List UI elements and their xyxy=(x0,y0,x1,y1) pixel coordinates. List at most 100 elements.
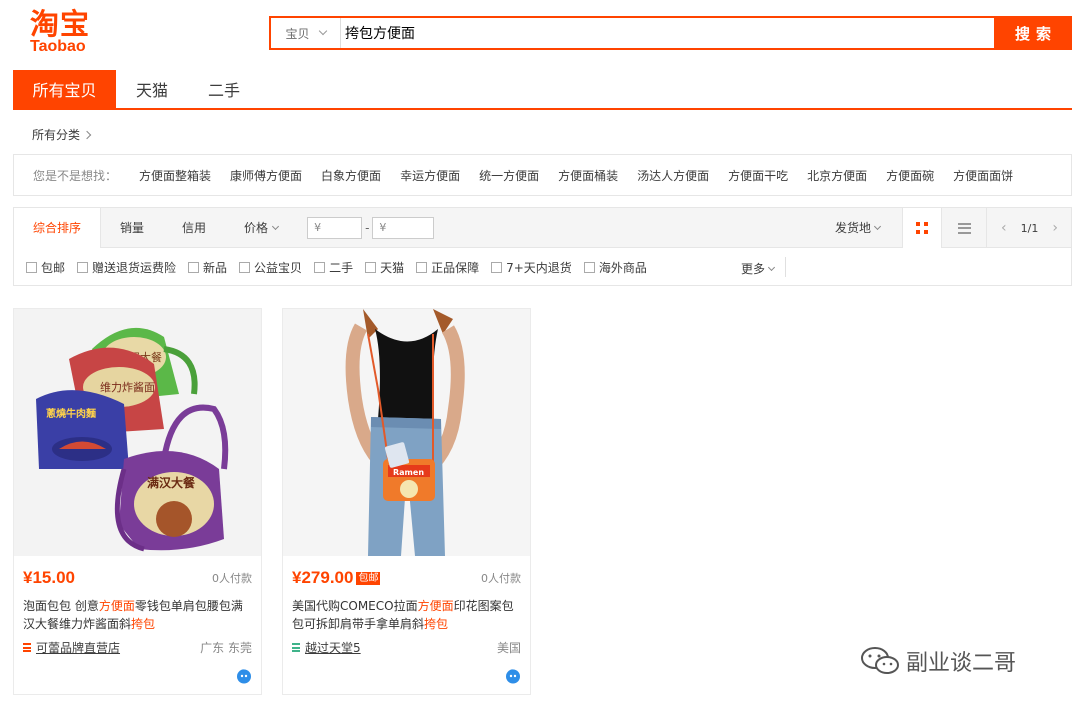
filter-genuine[interactable]: 正品保障 xyxy=(416,259,479,276)
tab-second-hand[interactable]: 二手 xyxy=(188,70,260,108)
chevron-down-icon xyxy=(767,263,776,271)
watermark: 副业谈二哥 xyxy=(860,645,1016,677)
suggestion-item[interactable]: 方便面桶装 xyxy=(558,167,618,184)
mini-pager: ‹ 1/1 › xyxy=(986,208,1072,248)
sort-price-label: 价格 xyxy=(244,221,269,235)
suggestion-item[interactable]: 康师傅方便面 xyxy=(230,167,302,184)
price-row: ¥15.00 0人付款 xyxy=(23,568,252,588)
filter-charity[interactable]: 公益宝贝 xyxy=(239,259,302,276)
ship-from-dropdown[interactable]: 发货地 xyxy=(835,208,882,247)
suggestion-item[interactable]: 方便面整箱装 xyxy=(139,167,211,184)
suggestion-item[interactable]: 北京方便面 xyxy=(807,167,867,184)
filter-new[interactable]: 新品 xyxy=(188,259,227,276)
checkbox[interactable] xyxy=(365,261,377,273)
product-image[interactable]: Ramen xyxy=(283,309,530,556)
divider xyxy=(785,257,786,277)
price-range-dash: - xyxy=(365,220,370,235)
next-page-icon[interactable]: › xyxy=(1052,220,1058,236)
filter-tmall[interactable]: 天猫 xyxy=(365,259,404,276)
product-card[interactable]: 满汉大餐 维力炸酱面 蔥燒牛肉麵 满汉大餐 ¥15.00 0人付款 泡面包包 创… xyxy=(13,308,262,695)
breadcrumb[interactable]: 所有分类 xyxy=(32,126,92,143)
ramen-label: Ramen xyxy=(393,468,424,477)
search-scope-dropdown[interactable]: 宝贝 xyxy=(271,18,341,48)
grid-view-button[interactable] xyxy=(902,208,942,248)
checkbox[interactable] xyxy=(26,261,37,273)
sort-sales[interactable]: 销量 xyxy=(101,208,163,247)
taobao-logo[interactable]: 淘宝 Taobao xyxy=(30,8,110,58)
chevron-down-icon xyxy=(873,222,882,230)
sort-price[interactable]: 价格 xyxy=(225,208,297,247)
checkbox[interactable] xyxy=(314,261,326,273)
checkbox[interactable] xyxy=(583,261,595,273)
page-indicator: 1/1 xyxy=(1020,221,1039,235)
shop-icon xyxy=(292,643,300,652)
watermark-text: 副业谈二哥 xyxy=(906,651,1017,676)
search-scope-label: 宝贝 xyxy=(285,26,310,41)
product-title[interactable]: 美国代购COMECO拉面方便面印花图案包包可拆卸肩带手拿单肩斜挎包 xyxy=(292,597,520,633)
sort-credit[interactable]: 信用 xyxy=(163,208,225,247)
sort-default[interactable]: 综合排序 xyxy=(14,207,102,248)
shop-name[interactable]: 可蕾品牌直营店 xyxy=(36,639,120,656)
checkbox[interactable] xyxy=(491,261,503,273)
shop-row: 越过天堂5 美国 xyxy=(292,639,521,656)
price-max-input[interactable]: ¥ xyxy=(372,216,435,239)
more-filters-button[interactable]: 更多 xyxy=(741,260,776,277)
location: 美国 xyxy=(496,641,521,655)
grid-icon xyxy=(916,222,928,234)
bag-label-4: 蔥燒牛肉麵 xyxy=(46,407,96,420)
ship-from-label: 发货地 xyxy=(835,221,872,235)
product-title[interactable]: 泡面包包 创意方便面零钱包单肩包腰包满汉大餐维力炸酱面斜挎包 xyxy=(23,597,251,633)
filter-7day-return[interactable]: 7+天内退货 xyxy=(491,259,572,276)
search-tabs: 所有宝贝 天猫 二手 xyxy=(13,70,1072,110)
list-icon xyxy=(957,222,971,234)
free-shipping-badge: 包邮 xyxy=(356,571,381,585)
search-bar: 宝贝 搜索 xyxy=(269,16,1072,50)
filter-free-shipping[interactable]: 包邮 xyxy=(26,259,65,276)
chevron-down-icon xyxy=(272,222,280,230)
suggestion-item[interactable]: 方便面面饼 xyxy=(953,167,1013,184)
suggestion-item[interactable]: 统一方便面 xyxy=(479,167,539,184)
wangwang-chat-icon[interactable] xyxy=(236,668,252,684)
bag-label-2: 维力炸酱面 xyxy=(100,380,155,394)
suggestion-item[interactable]: 方便面干吃 xyxy=(728,167,788,184)
breadcrumb-all-categories: 所有分类 xyxy=(32,128,81,142)
wangwang-chat-icon[interactable] xyxy=(505,668,521,684)
payment-count: 0人付款 xyxy=(481,572,521,585)
prev-page-icon[interactable]: ‹ xyxy=(1001,220,1007,236)
shop-icon xyxy=(23,643,31,652)
price-row: ¥279.00 包邮 0人付款 xyxy=(292,568,521,588)
filter-return-insurance[interactable]: 赠送退货运费险 xyxy=(77,259,176,276)
product-price: ¥15.00 xyxy=(23,568,75,587)
product-card[interactable]: Ramen ¥279.00 包邮 0人付款 美国代购COMECO拉面方便面印花图… xyxy=(282,308,531,695)
product-price: ¥279.00 xyxy=(292,568,354,587)
checkbox[interactable] xyxy=(239,261,251,273)
filter-second-hand[interactable]: 二手 xyxy=(314,259,353,276)
tab-tmall[interactable]: 天猫 xyxy=(116,70,188,108)
wechat-icon xyxy=(861,647,899,674)
logo-english: Taobao xyxy=(30,38,86,55)
product-image[interactable]: 满汉大餐 维力炸酱面 蔥燒牛肉麵 满汉大餐 xyxy=(14,309,261,556)
search-button[interactable]: 搜索 xyxy=(994,16,1072,50)
list-view-button[interactable] xyxy=(944,208,984,248)
tab-all-items[interactable]: 所有宝贝 xyxy=(13,70,116,108)
more-label: 更多 xyxy=(741,262,766,276)
checkbox[interactable] xyxy=(77,261,89,273)
shop-name[interactable]: 越过天堂5 xyxy=(305,639,361,656)
logo-chinese: 淘宝 xyxy=(30,7,91,41)
checkbox[interactable] xyxy=(416,261,428,273)
price-range: ¥ - ¥ xyxy=(307,216,435,239)
suggestion-item[interactable]: 幸运方便面 xyxy=(400,167,460,184)
checkbox[interactable] xyxy=(188,261,200,273)
filter-panel: 综合排序 销量 信用 价格 ¥ - ¥ 发货地 ‹ 1/1 › 包邮 赠送退货运… xyxy=(13,207,1072,286)
search-input[interactable] xyxy=(341,18,994,48)
suggestion-item[interactable]: 汤达人方便面 xyxy=(637,167,709,184)
price-min-input[interactable]: ¥ xyxy=(307,216,363,239)
suggestion-lead: 您是不是想找： xyxy=(33,168,118,183)
suggestion-item[interactable]: 方便面碗 xyxy=(886,167,934,184)
location: 广东 东莞 xyxy=(200,641,252,655)
suggestion-item[interactable]: 白象方便面 xyxy=(321,167,381,184)
filter-checkbox-row: 包邮 赠送退货运费险 新品 公益宝贝 二手 天猫 正品保障 7+天内退货 海外商… xyxy=(14,248,1071,286)
bag-label-3: 满汉大餐 xyxy=(147,475,196,490)
chevron-right-icon xyxy=(82,130,92,139)
filter-overseas[interactable]: 海外商品 xyxy=(583,259,647,276)
